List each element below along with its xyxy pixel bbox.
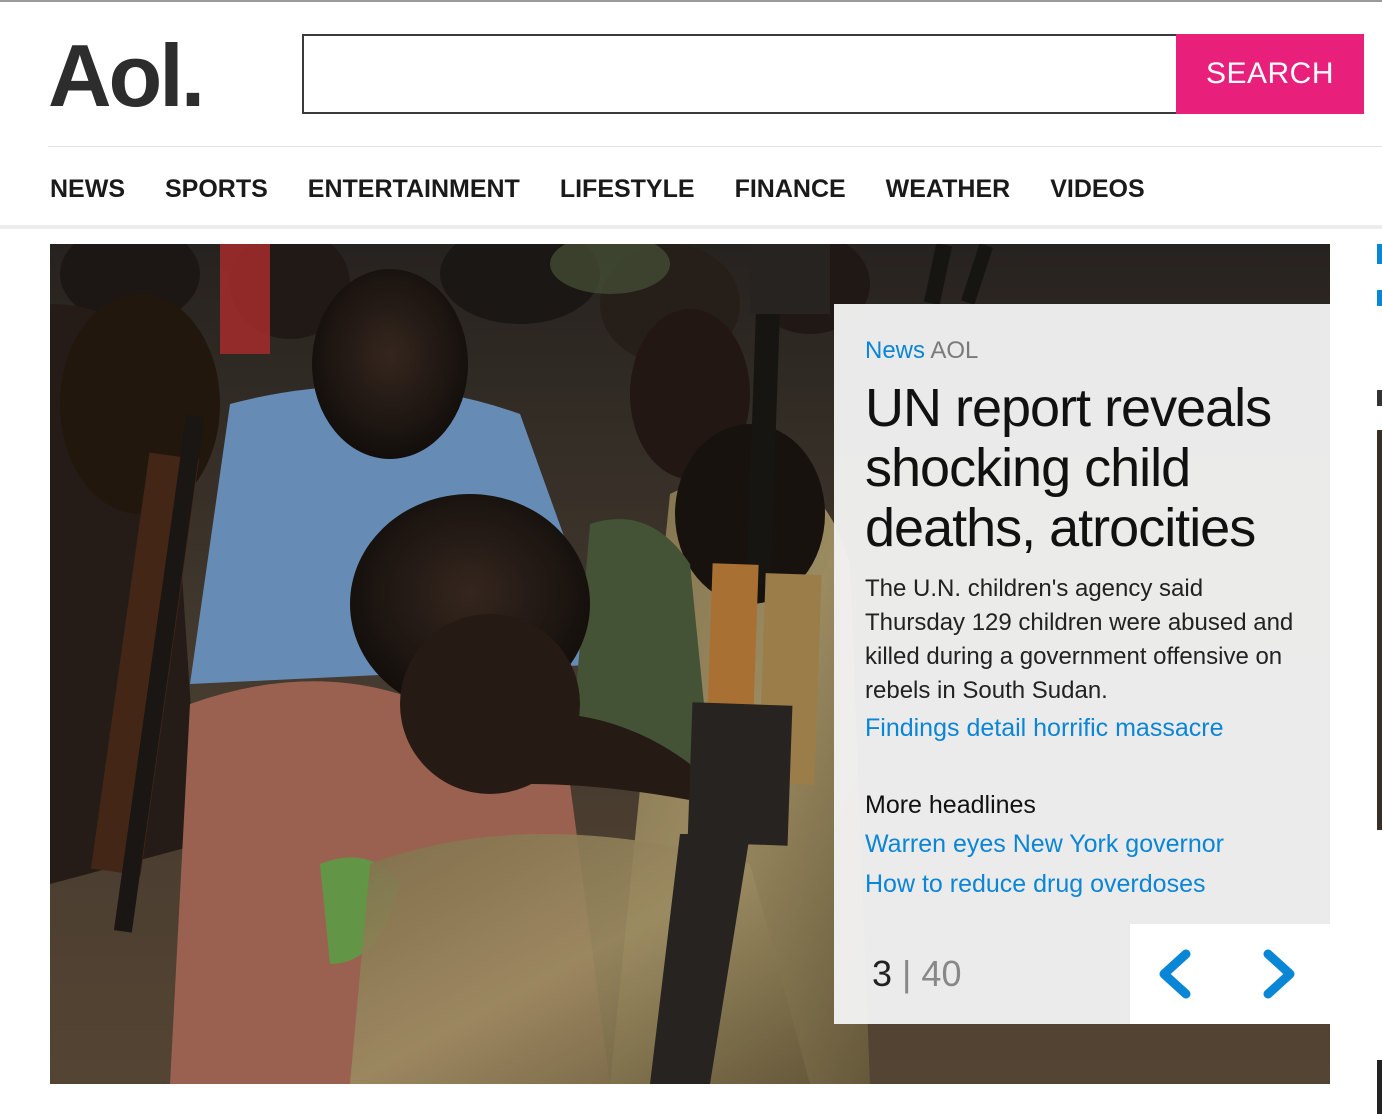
aol-logo[interactable]: Aol. bbox=[48, 32, 205, 120]
main-nav: NEWS SPORTS ENTERTAINMENT LIFESTYLE FINA… bbox=[50, 172, 1185, 206]
edge-fragment bbox=[1377, 430, 1382, 830]
chevron-left-icon bbox=[1159, 949, 1191, 999]
edge-fragment bbox=[1377, 244, 1382, 264]
more-headline-link[interactable]: How to reduce drug overdoses bbox=[865, 864, 1300, 904]
slide-counter: 3 | 40 bbox=[872, 954, 961, 994]
nav-item-finance[interactable]: FINANCE bbox=[735, 172, 846, 206]
story-category[interactable]: News bbox=[865, 337, 925, 364]
nav-item-entertainment[interactable]: ENTERTAINMENT bbox=[308, 172, 520, 206]
next-slide-button[interactable] bbox=[1248, 946, 1304, 1002]
carousel-arrows bbox=[1130, 924, 1330, 1024]
nav-divider-top bbox=[48, 146, 1382, 147]
more-headline-link[interactable]: Warren eyes New York governor bbox=[865, 824, 1300, 864]
nav-item-weather[interactable]: WEATHER bbox=[886, 172, 1011, 206]
nav-item-news[interactable]: NEWS bbox=[50, 172, 125, 206]
search-input[interactable] bbox=[304, 36, 1178, 112]
story-source: AOL bbox=[930, 337, 979, 364]
nav-item-sports[interactable]: SPORTS bbox=[165, 172, 268, 206]
top-border bbox=[0, 0, 1382, 2]
carousel-controls: 3 | 40 bbox=[834, 924, 1330, 1024]
nav-item-videos[interactable]: VIDEOS bbox=[1050, 172, 1144, 206]
slide-current: 3 bbox=[872, 953, 893, 994]
slide-total: 40 bbox=[921, 953, 962, 994]
story-headline[interactable]: UN report reveals shocking child deaths,… bbox=[865, 378, 1300, 558]
story-summary: The U.N. children's agency said Thursday… bbox=[865, 575, 1294, 704]
chevron-right-icon bbox=[1263, 949, 1295, 999]
more-headlines-heading: More headlines bbox=[865, 791, 1036, 819]
edge-fragment bbox=[1377, 290, 1382, 306]
edge-fragment bbox=[1377, 1060, 1382, 1114]
nav-divider-bottom bbox=[0, 225, 1382, 229]
feature-card: News AOL UN report reveals shocking chil… bbox=[834, 304, 1330, 924]
slide-separator: | bbox=[902, 953, 912, 994]
search-field[interactable] bbox=[302, 34, 1178, 114]
nav-item-lifestyle[interactable]: LIFESTYLE bbox=[560, 172, 695, 206]
search-button[interactable]: SEARCH bbox=[1176, 34, 1364, 114]
story-kicker: News AOL bbox=[865, 334, 1300, 368]
edge-fragment bbox=[1377, 390, 1382, 406]
prev-slide-button[interactable] bbox=[1150, 946, 1206, 1002]
story-related-link[interactable]: Findings detail horrific massacre bbox=[865, 708, 1300, 748]
